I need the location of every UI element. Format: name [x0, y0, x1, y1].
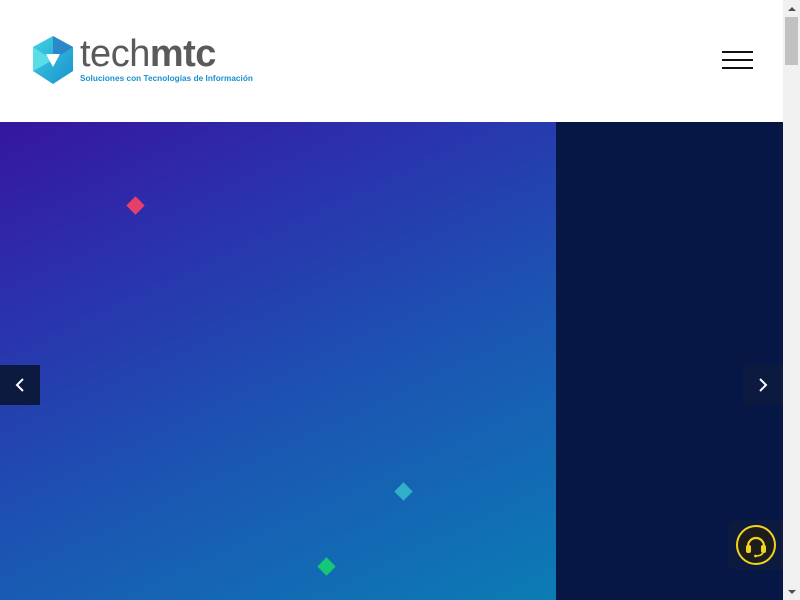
support-icon-circle: [735, 525, 776, 565]
hero-slider: [0, 122, 783, 600]
scrollbar-thumb[interactable]: [785, 17, 798, 65]
hamburger-menu-button[interactable]: [722, 49, 754, 71]
chevron-left-icon: [15, 378, 24, 392]
pink-diamond-decoration: [126, 196, 145, 215]
slider-next-button[interactable]: [743, 365, 783, 405]
hamburger-icon-line: [722, 67, 753, 69]
headset-icon: [745, 536, 766, 558]
chevron-right-icon: [759, 378, 768, 392]
hero-gradient-panel: [0, 122, 556, 600]
scroll-up-button[interactable]: [783, 0, 800, 17]
logo-tagline: Soluciones con Tecnologías de Informació…: [80, 74, 253, 83]
caret-up-icon: [787, 6, 796, 11]
logo-mark-icon: [33, 36, 73, 84]
hamburger-icon-line: [722, 51, 753, 53]
slider-prev-button[interactable]: [0, 365, 40, 405]
teal-diamond-decoration: [394, 482, 413, 501]
caret-down-icon: [787, 589, 796, 594]
logo-word-mtc: mtc: [149, 33, 217, 75]
logo-word-tech: tech: [80, 33, 150, 75]
hamburger-icon-line: [722, 59, 753, 61]
support-chat-button[interactable]: [728, 520, 783, 570]
logo[interactable]: techmtc Soluciones con Tecnologías de In…: [29, 32, 253, 88]
scroll-down-button[interactable]: [783, 583, 800, 600]
page: techmtc Soluciones con Tecnologías de In…: [0, 0, 800, 600]
green-diamond-decoration: [317, 557, 336, 576]
site-header: techmtc Soluciones con Tecnologías de In…: [0, 0, 783, 122]
logo-wordmark: techmtc: [80, 32, 216, 76]
vertical-scrollbar[interactable]: [783, 0, 800, 600]
